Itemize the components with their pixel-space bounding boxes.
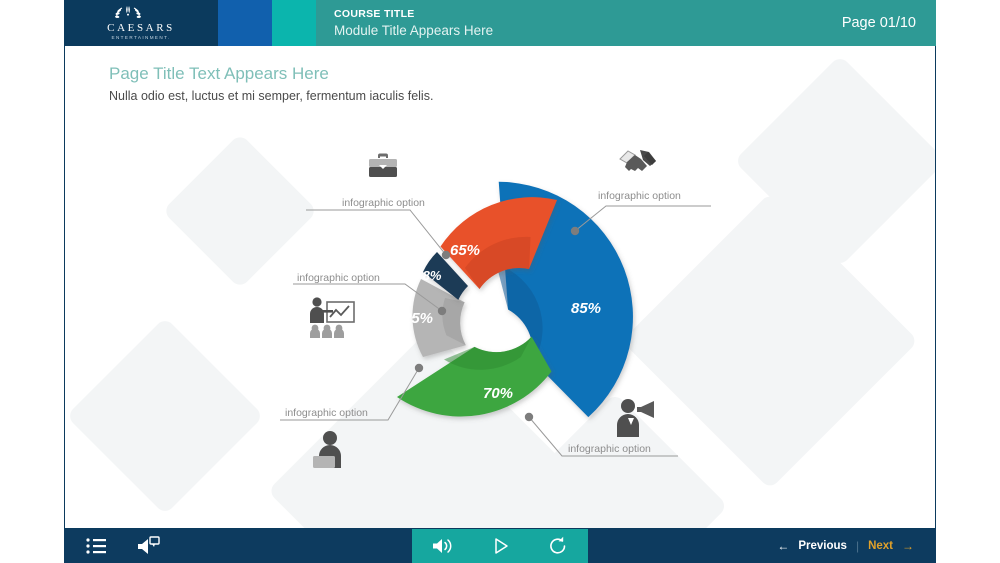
segment-label-85: infographic option — [598, 190, 681, 202]
header-title-area: COURSE TITLE Module Title Appears Here P… — [316, 0, 936, 46]
header-accent-teal — [272, 0, 316, 46]
infographic-donut-chart: 85% 70% 25% 8% 65% infographic option in… — [65, 46, 935, 528]
course-title: COURSE TITLE — [334, 7, 415, 20]
desk-person-icon — [310, 430, 350, 470]
brand-tagline: ENTERTAINMENT. — [111, 34, 171, 40]
segment-label-70: infographic option — [568, 443, 651, 455]
prev-arrow-icon[interactable]: ← — [777, 539, 789, 553]
header-accent-blue — [218, 0, 272, 46]
playback-controls — [412, 529, 588, 563]
slide-root: CAESARS ENTERTAINMENT. COURSE TITLE Modu… — [0, 0, 1000, 563]
brand-name: CAESARS — [107, 22, 175, 35]
svg-text:70%: 70% — [483, 385, 513, 402]
svg-text:25%: 25% — [402, 310, 433, 327]
play-icon[interactable] — [493, 537, 509, 555]
svg-text:8%: 8% — [423, 268, 442, 283]
page-counter: Page 01/10 — [841, 15, 916, 31]
volume-icon[interactable] — [432, 537, 454, 555]
svg-text:85%: 85% — [571, 300, 601, 317]
presentation-icon — [305, 296, 357, 338]
donut-svg: 85% 70% 25% 8% 65% — [280, 181, 711, 457]
list-menu-icon[interactable] — [86, 538, 106, 554]
header-bar: CAESARS ENTERTAINMENT. COURSE TITLE Modu… — [64, 0, 936, 46]
right-margin — [936, 46, 1000, 529]
laurel-wreath-icon — [107, 5, 175, 22]
previous-button[interactable]: Previous — [798, 540, 847, 552]
content-frame: Page Title Text Appears Here Nulla odio … — [64, 46, 936, 529]
module-title: Module Title Appears Here — [334, 22, 494, 38]
briefcase-icon — [365, 150, 401, 182]
megaphone-person-icon — [613, 398, 657, 438]
player-bar: ← Previous | Next → — [64, 529, 936, 563]
segment-label-25: infographic option — [285, 407, 368, 419]
next-arrow-icon[interactable]: → — [902, 539, 914, 553]
replay-icon[interactable] — [548, 536, 568, 556]
handshake-icon — [617, 146, 659, 176]
brand-logo: CAESARS ENTERTAINMENT. — [64, 0, 218, 46]
nav-separator: | — [855, 539, 860, 553]
next-button[interactable]: Next — [868, 540, 893, 552]
segment-label-65: infographic option — [342, 197, 425, 209]
left-margin — [0, 46, 64, 529]
segment-label-8: infographic option — [297, 272, 380, 284]
speaker-captions-icon[interactable] — [136, 536, 160, 556]
svg-text:65%: 65% — [450, 242, 480, 259]
